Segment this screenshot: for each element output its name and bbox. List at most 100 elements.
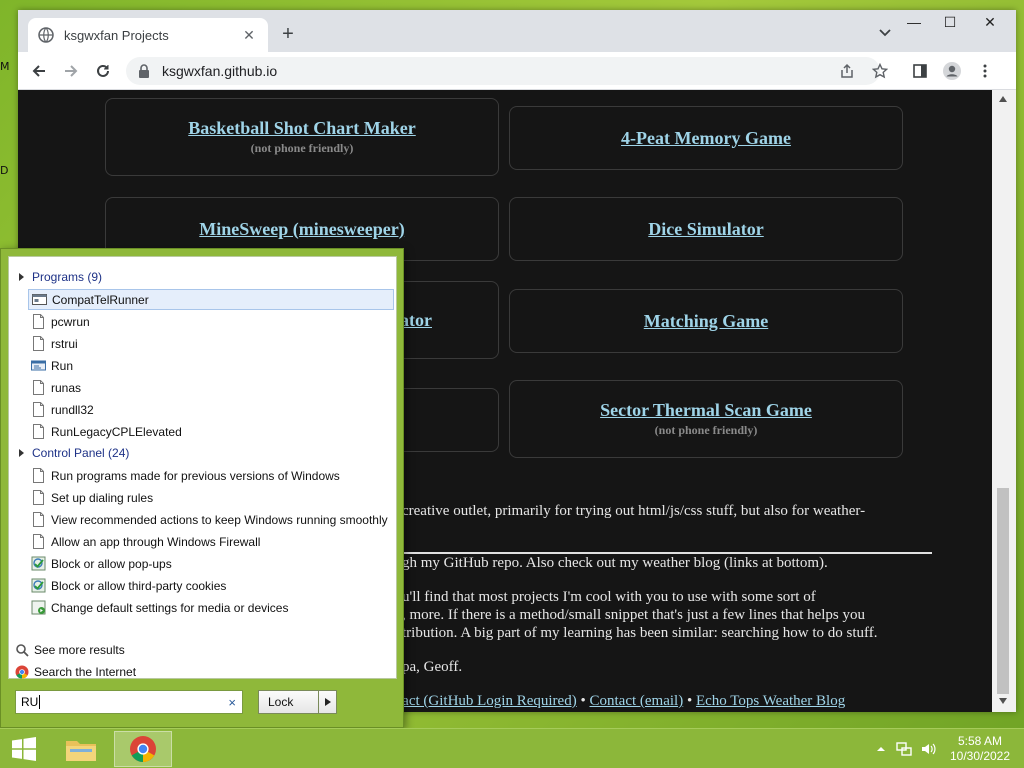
share-button[interactable] xyxy=(836,60,858,82)
show-hidden-icons-icon[interactable] xyxy=(876,745,886,753)
lock-icon[interactable] xyxy=(138,64,150,78)
windows-logo-icon xyxy=(12,737,36,761)
menu-button[interactable] xyxy=(974,60,996,82)
search-internet[interactable]: Search the Internet xyxy=(15,662,136,682)
project-card[interactable]: 4-Peat Memory Game xyxy=(509,106,903,170)
clear-search-icon[interactable]: × xyxy=(228,695,236,710)
taskbar: 5:58 AM 10/30/2022 xyxy=(0,728,1024,768)
forward-button[interactable] xyxy=(60,60,82,82)
footer-links: tact (GitHub Login Required) • Contact (… xyxy=(398,692,845,710)
project-card[interactable]: Basketball Shot Chart Maker (not phone f… xyxy=(105,98,499,176)
search-result-item[interactable]: Block or allow pop-ups xyxy=(28,553,394,574)
globe-icon xyxy=(38,27,54,43)
see-more-label: See more results xyxy=(34,643,125,657)
search-result-label: runas xyxy=(51,380,82,395)
contact-email-link[interactable]: Contact (email) xyxy=(589,693,683,709)
search-result-item[interactable]: runas xyxy=(28,377,394,398)
blog-link[interactable]: Echo Tops Weather Blog xyxy=(696,693,845,709)
close-window-button[interactable]: ✕ xyxy=(972,12,1008,32)
project-link[interactable]: 4-Peat Memory Game xyxy=(621,128,791,149)
contact-github-link[interactable]: tact (GitHub Login Required) xyxy=(398,693,577,709)
control-panel-header-label: Control Panel (24) xyxy=(32,446,130,460)
start-button[interactable] xyxy=(6,731,42,767)
side-panel-button[interactable] xyxy=(909,60,931,82)
project-card[interactable]: Sector Thermal Scan Game (not phone frie… xyxy=(509,380,903,458)
chrome-taskbar-button[interactable] xyxy=(114,731,172,767)
page-scrollbar[interactable] xyxy=(992,90,1016,712)
search-query-text[interactable]: RU xyxy=(21,695,38,709)
reload-icon xyxy=(97,64,109,77)
project-note: (not phone friendly) xyxy=(250,141,354,155)
address-bar[interactable]: ksgwxfan.github.io xyxy=(126,57,880,85)
project-link[interactable]: ator xyxy=(400,310,432,331)
project-link[interactable]: Basketball Shot Chart Maker xyxy=(188,118,416,139)
clock-time: 5:58 AM xyxy=(957,734,1003,748)
search-result-item[interactable]: View recommended actions to keep Windows… xyxy=(28,509,394,530)
project-link[interactable]: Sector Thermal Scan Game xyxy=(600,400,812,421)
project-card[interactable]: Dice Simulator xyxy=(509,197,903,261)
search-result-item[interactable]: rundll32 xyxy=(28,399,394,420)
file-icon xyxy=(33,402,44,417)
project-card[interactable]: Matching Game xyxy=(509,289,903,353)
reload-button[interactable] xyxy=(92,60,114,82)
file-icon xyxy=(33,314,44,329)
desktop-icon-label[interactable]: D xyxy=(0,164,8,177)
volume-icon[interactable] xyxy=(920,741,936,757)
project-link[interactable]: Dice Simulator xyxy=(648,219,763,240)
search-result-label: Run xyxy=(51,358,74,373)
intro-text: tribution. A big part of my learning has… xyxy=(402,625,878,641)
search-result-item[interactable]: Allow an app through Windows Firewall xyxy=(28,531,394,552)
tab-strip: ksgwxfan Projects ✕ + — ☐ ✕ xyxy=(18,10,1016,52)
search-result-item[interactable]: pcwrun xyxy=(28,311,394,332)
maximize-button[interactable]: ☐ xyxy=(932,12,968,32)
search-result-label: CompatTelRunner xyxy=(52,292,149,307)
file-icon xyxy=(33,380,44,395)
internet-options-icon xyxy=(31,556,46,571)
signature-text: pa, Geoff. xyxy=(402,659,463,675)
file-explorer-button[interactable] xyxy=(60,731,102,767)
url-text[interactable]: ksgwxfan.github.io xyxy=(162,63,277,79)
scroll-up-icon[interactable] xyxy=(999,96,1007,102)
clock-date: 10/30/2022 xyxy=(949,749,1011,763)
tab-search-chevron-icon[interactable] xyxy=(876,26,894,40)
back-button[interactable] xyxy=(28,60,50,82)
network-icon[interactable] xyxy=(896,741,912,757)
scroll-down-icon[interactable] xyxy=(999,698,1007,704)
search-result-item[interactable]: Change default settings for media or dev… xyxy=(28,597,394,618)
search-result-item[interactable]: Run xyxy=(28,355,394,376)
scroll-thumb[interactable] xyxy=(997,488,1009,694)
separator: • xyxy=(580,693,586,709)
search-results-list: Programs (9) CompatTelRunner pcwrun rstrui… xyxy=(8,256,397,679)
browser-tab[interactable]: ksgwxfan Projects ✕ xyxy=(28,18,268,52)
tab-title: ksgwxfan Projects xyxy=(64,27,169,43)
power-options-arrow[interactable] xyxy=(318,691,336,713)
minimize-button[interactable]: — xyxy=(896,12,932,32)
search-result-item[interactable]: Set up dialing rules xyxy=(28,487,394,508)
see-more-results[interactable]: See more results xyxy=(15,640,125,660)
new-tab-button[interactable]: + xyxy=(276,24,300,44)
profile-button[interactable] xyxy=(941,60,963,82)
intro-text: gh my GitHub repo. Also check out my wea… xyxy=(402,555,828,571)
search-result-item[interactable]: Run programs made for previous versions … xyxy=(28,465,394,486)
desktop-icon-label[interactable]: M xyxy=(0,60,10,73)
system-clock[interactable]: 5:58 AM 10/30/2022 xyxy=(942,734,1018,764)
tab-close-icon[interactable]: ✕ xyxy=(240,27,258,44)
system-tray xyxy=(876,729,936,768)
lock-button[interactable]: Lock xyxy=(258,690,337,714)
project-link[interactable]: MineSweep (minesweeper) xyxy=(199,219,404,240)
search-result-item[interactable]: RunLegacyCPLElevated xyxy=(28,421,394,442)
header-rule xyxy=(99,268,385,286)
chevron-right-icon xyxy=(324,698,331,706)
project-link[interactable]: Matching Game xyxy=(644,311,768,332)
search-result-label: Run programs made for previous versions … xyxy=(51,468,340,483)
control-panel-header[interactable]: Control Panel (24) xyxy=(19,444,129,462)
share-icon xyxy=(841,63,853,78)
avatar-icon xyxy=(943,62,961,80)
bookmark-button[interactable] xyxy=(869,60,891,82)
search-result-item[interactable]: CompatTelRunner xyxy=(28,289,394,310)
search-result-item[interactable]: rstrui xyxy=(28,333,394,354)
programs-header-label: Programs (9) xyxy=(32,270,103,284)
programs-header[interactable]: Programs (9) xyxy=(19,268,102,286)
start-search-input[interactable]: RU × xyxy=(15,690,243,714)
search-result-item[interactable]: Block or allow third-party cookies xyxy=(28,575,394,596)
